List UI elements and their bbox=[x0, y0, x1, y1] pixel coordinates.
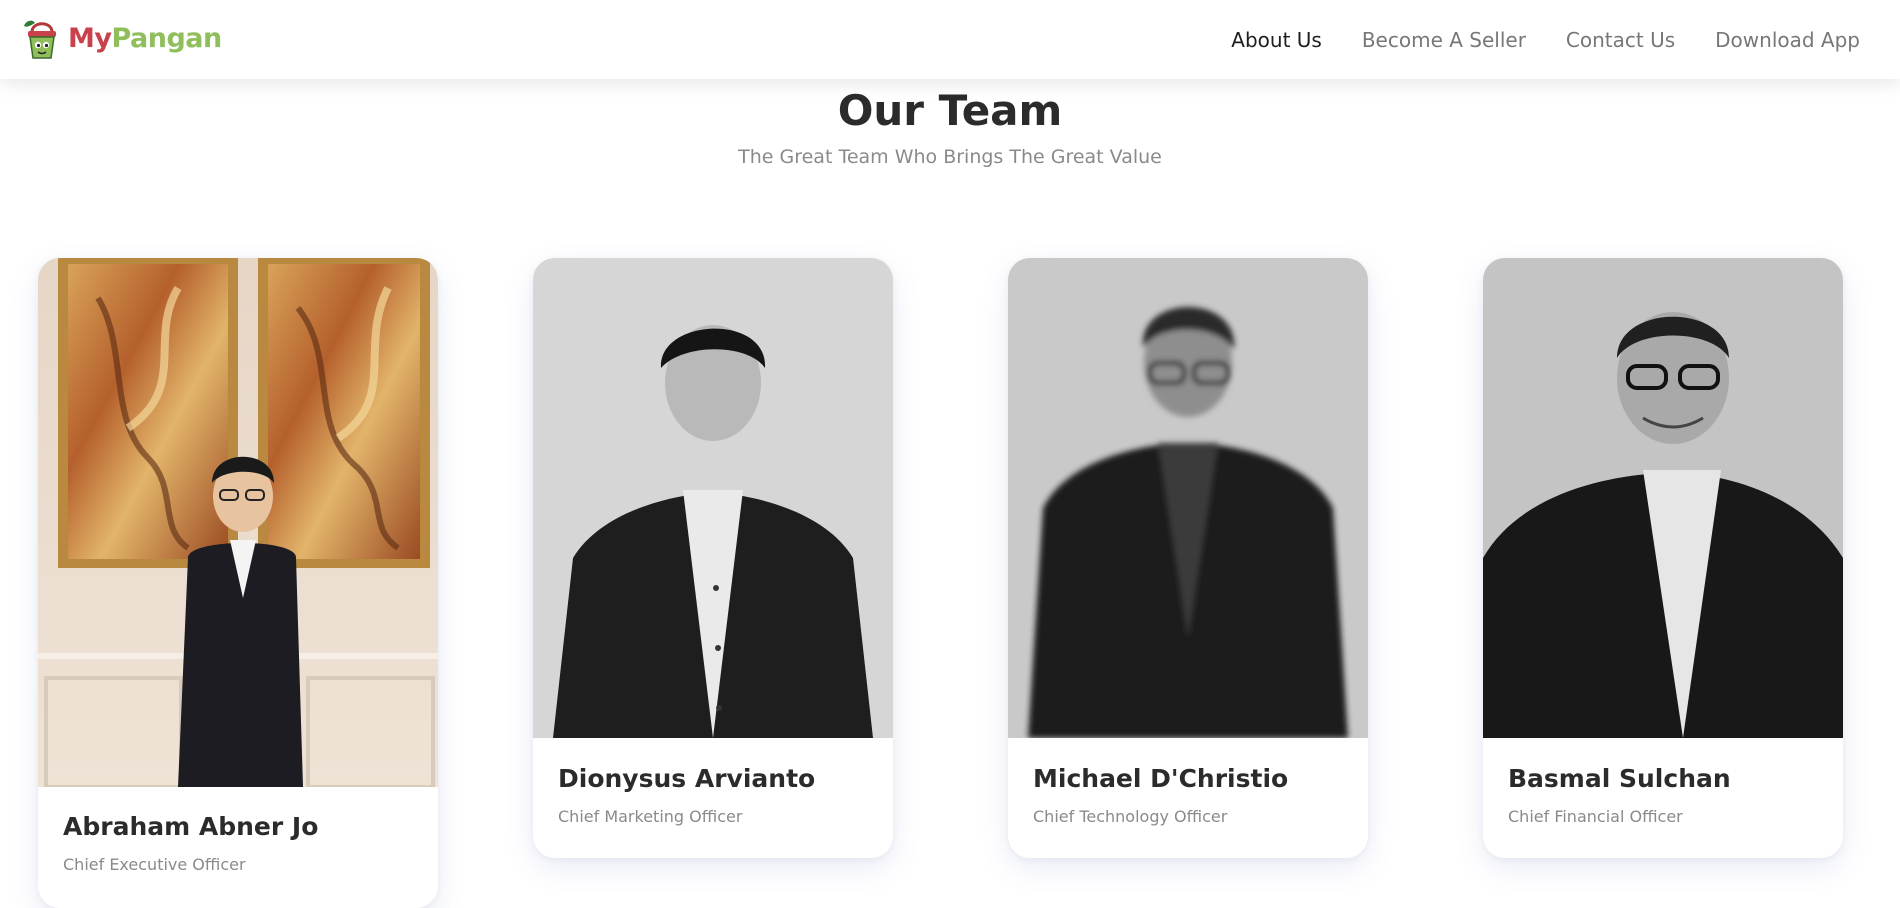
team-card-body: Michael D'Christio Chief Technology Offi… bbox=[1008, 764, 1368, 826]
member-name: Abraham Abner Jo bbox=[63, 812, 319, 841]
team-photo-cmo bbox=[533, 258, 893, 738]
nav-become-a-seller[interactable]: Become A Seller bbox=[1362, 28, 1526, 52]
team-photo-cto bbox=[1008, 258, 1368, 738]
member-role: Chief Technology Officer bbox=[1033, 807, 1228, 826]
team-card-body: Basmal Sulchan Chief Financial Officer bbox=[1483, 764, 1843, 826]
nav-about-us[interactable]: About Us bbox=[1231, 28, 1322, 52]
team-photo-cfo bbox=[1483, 258, 1843, 738]
member-name: Basmal Sulchan bbox=[1508, 764, 1731, 793]
nav-download-app[interactable]: Download App bbox=[1715, 28, 1860, 52]
member-name: Michael D'Christio bbox=[1033, 764, 1289, 793]
team-card-cto: Michael D'Christio Chief Technology Offi… bbox=[1008, 258, 1368, 858]
team-card-cmo: Dionysus Arvianto Chief Marketing Office… bbox=[533, 258, 893, 858]
brand-logo[interactable]: MyPangan bbox=[20, 16, 222, 62]
team-card-ceo: Abraham Abner Jo Chief Executive Officer bbox=[38, 258, 438, 908]
section-title: Our Team bbox=[837, 86, 1063, 135]
nav-contact-us[interactable]: Contact Us bbox=[1566, 28, 1675, 52]
brand-name-part2: Pangan bbox=[111, 23, 222, 54]
member-role: Chief Financial Officer bbox=[1508, 807, 1683, 826]
main-nav: About Us Become A Seller Contact Us Down… bbox=[1191, 0, 1860, 79]
team-photo-ceo bbox=[38, 258, 438, 787]
section-subtitle: The Great Team Who Brings The Great Valu… bbox=[738, 146, 1162, 168]
member-role: Chief Executive Officer bbox=[63, 855, 246, 874]
team-card-body: Dionysus Arvianto Chief Marketing Office… bbox=[533, 764, 893, 826]
brand-name: MyPangan bbox=[68, 16, 222, 62]
member-role: Chief Marketing Officer bbox=[558, 807, 743, 826]
team-card-body: Abraham Abner Jo Chief Executive Officer bbox=[38, 812, 438, 874]
basket-mascot-icon bbox=[24, 20, 56, 59]
navbar: MyPangan About Us Become A Seller Contac… bbox=[0, 0, 1900, 79]
team-card-cfo: Basmal Sulchan Chief Financial Officer bbox=[1483, 258, 1843, 858]
brand-name-part1: My bbox=[68, 23, 112, 54]
member-name: Dionysus Arvianto bbox=[558, 764, 816, 793]
